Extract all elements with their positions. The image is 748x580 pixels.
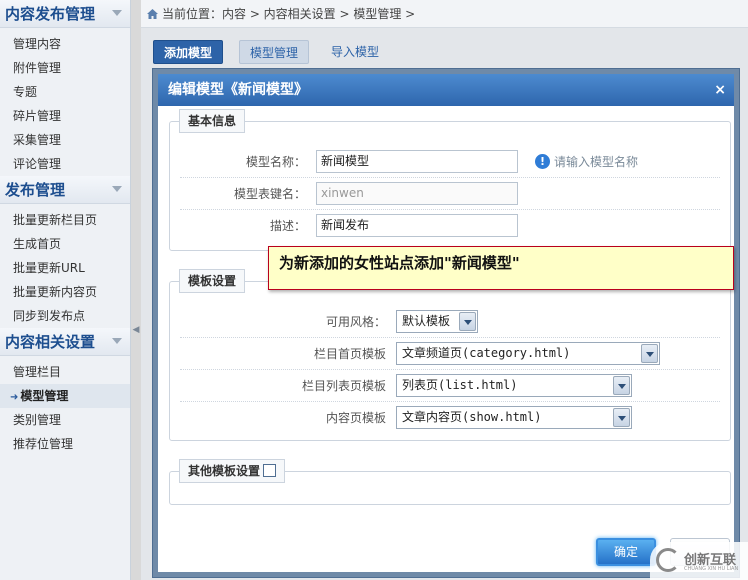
- chevron-down-icon: [613, 376, 630, 395]
- info-icon: !: [535, 154, 550, 169]
- breadcrumb: 当前位置：内容 > 内容相关设置 > 模型管理 >: [141, 0, 748, 28]
- tab-add-model[interactable]: 添加模型: [153, 40, 224, 64]
- model-name-input[interactable]: 新闻模型: [316, 150, 518, 173]
- sidebar-item-update-url[interactable]: 批量更新URL: [0, 256, 130, 280]
- chevron-down-icon: [112, 10, 122, 16]
- show-template-select[interactable]: 文章内容页(show.html): [396, 406, 632, 429]
- sidebar-item-model-manage[interactable]: ➜ 模型管理: [0, 384, 130, 408]
- show-template-value: 文章内容页(show.html): [402, 410, 542, 424]
- model-name-hint: ! 请输入模型名称: [535, 146, 638, 178]
- style-select[interactable]: 默认模板: [396, 310, 478, 333]
- template-settings-legend: 模板设置: [179, 269, 246, 293]
- template-settings-fieldset: 模板设置 可用风格： 默认模板 栏目首页模板 文章频道页(category.ht…: [169, 269, 731, 441]
- list-template-row: 栏目列表页模板 列表页(list.html): [180, 370, 720, 402]
- table-name-label: 模型表键名：: [233, 187, 306, 201]
- breadcrumb-text: 当前位置：内容 > 内容相关设置 > 模型管理 >: [162, 7, 416, 21]
- ok-button[interactable]: 确定: [596, 538, 656, 566]
- sidebar-item-label: 模型管理: [20, 389, 69, 403]
- tab-model-manage[interactable]: 模型管理: [239, 40, 310, 64]
- annotation-tooltip: 为新添加的女性站点添加"新闻模型": [268, 246, 734, 290]
- category-template-row: 栏目首页模板 文章频道页(category.html): [180, 338, 720, 370]
- sidebar-item-type-manage[interactable]: 类别管理: [0, 408, 130, 432]
- description-input[interactable]: 新闻发布: [316, 214, 518, 237]
- sidebar-item-attachments[interactable]: 附件管理: [0, 56, 130, 80]
- show-template-label: 内容页模板: [325, 411, 386, 425]
- watermark-logo: 创新互联 CHUANG XIN HU LIAN: [650, 542, 748, 580]
- sidebar-section-content-publish[interactable]: 内容发布管理: [0, 0, 130, 28]
- dialog-title-text: 编辑模型《新闻模型》: [168, 82, 308, 98]
- show-template-row: 内容页模板 文章内容页(show.html): [180, 402, 720, 434]
- list-template-value: 列表页(list.html): [402, 378, 518, 392]
- category-template-select[interactable]: 文章频道页(category.html): [396, 342, 660, 365]
- model-name-hint-text: 请输入模型名称: [554, 155, 639, 169]
- model-name-row: 模型名称： 新闻模型 ! 请输入模型名称: [180, 146, 720, 178]
- description-label: 描述：: [269, 219, 306, 233]
- sidebar-item-fragments[interactable]: 碎片管理: [0, 104, 130, 128]
- dialog-body: 编辑模型《新闻模型》 × 基本信息 模型名称： 新闻模型 ! 请输入模型名称 模型…: [158, 74, 734, 572]
- tab-bar: 添加模型 模型管理 导入模型: [141, 36, 748, 66]
- sidebar: 内容发布管理 管理内容 附件管理 专题 碎片管理 采集管理 评论管理 发布管理 …: [0, 0, 131, 580]
- sidebar-item-sync[interactable]: 同步到发布点: [0, 304, 130, 328]
- description-row: 描述： 新闻发布: [180, 210, 720, 242]
- sidebar-item-manage-content[interactable]: 管理内容: [0, 32, 130, 56]
- other-template-legend[interactable]: 其他模板设置: [179, 459, 286, 483]
- close-icon[interactable]: ×: [714, 74, 726, 106]
- chevron-down-icon: [459, 312, 476, 331]
- edit-model-dialog: 编辑模型《新闻模型》 × 基本信息 模型名称： 新闻模型 ! 请输入模型名称 模型…: [152, 68, 740, 578]
- dialog-title: 编辑模型《新闻模型》 ×: [158, 74, 734, 106]
- sidebar-section-title: 内容相关设置: [5, 333, 96, 351]
- sidebar-item-special[interactable]: 专题: [0, 80, 130, 104]
- sidebar-section-title: 发布管理: [5, 181, 66, 199]
- chevron-down-icon: [613, 408, 630, 427]
- sidebar-item-collect[interactable]: 采集管理: [0, 128, 130, 152]
- list-template-select[interactable]: 列表页(list.html): [396, 374, 632, 397]
- chevron-down-icon: [112, 338, 122, 344]
- sidebar-item-gen-home[interactable]: 生成首页: [0, 232, 130, 256]
- chevron-down-icon: [112, 186, 122, 192]
- style-row: 可用风格： 默认模板: [180, 306, 720, 338]
- sidebar-item-update-category[interactable]: 批量更新栏目页: [0, 208, 130, 232]
- sidebar-section-title: 内容发布管理: [5, 5, 96, 23]
- watermark-subtext: CHUANG XIN HU LIAN: [684, 566, 739, 572]
- sidebar-collapse-icon[interactable]: ◀: [131, 300, 141, 360]
- table-name-input: xinwen: [316, 182, 518, 205]
- category-template-label: 栏目首页模板: [313, 347, 386, 361]
- sidebar-section-publish[interactable]: 发布管理: [0, 176, 130, 204]
- brand-logo-icon: [656, 548, 680, 572]
- sidebar-item-comments[interactable]: 评论管理: [0, 152, 130, 176]
- sidebar-item-manage-category[interactable]: 管理栏目: [0, 360, 130, 384]
- style-select-value: 默认模板: [402, 314, 451, 328]
- category-template-value: 文章频道页(category.html): [402, 346, 571, 360]
- basic-info-legend: 基本信息: [179, 109, 246, 133]
- sidebar-section-content-settings[interactable]: 内容相关设置: [0, 328, 130, 356]
- tab-import-model[interactable]: 导入模型: [321, 40, 389, 64]
- style-label: 可用风格：: [325, 315, 386, 329]
- chevron-down-icon: [641, 344, 658, 363]
- sidebar-item-position-manage[interactable]: 推荐位管理: [0, 432, 130, 456]
- other-template-legend-text: 其他模板设置: [188, 464, 261, 478]
- table-name-row: 模型表键名： xinwen: [180, 178, 720, 210]
- list-template-label: 栏目列表页模板: [301, 379, 386, 393]
- other-template-checkbox[interactable]: [263, 464, 277, 477]
- basic-info-fieldset: 基本信息 模型名称： 新闻模型 ! 请输入模型名称 模型表键名： xinwen 描…: [169, 109, 731, 251]
- home-icon: [147, 9, 158, 19]
- sidebar-item-update-content[interactable]: 批量更新内容页: [0, 280, 130, 304]
- other-template-fieldset: 其他模板设置: [169, 459, 731, 505]
- arrow-right-icon: ➜: [10, 392, 19, 403]
- model-name-label: 模型名称：: [245, 155, 306, 169]
